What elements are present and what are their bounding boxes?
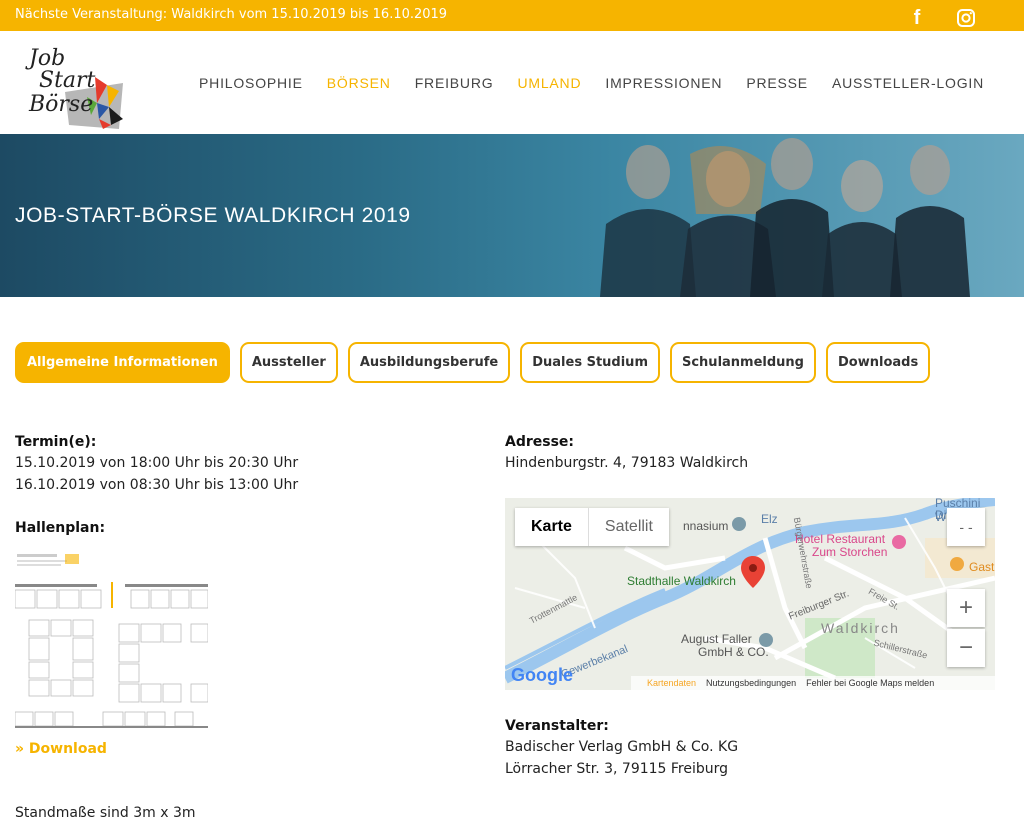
map-label-gast: Gast — [969, 560, 995, 574]
veranstalter-line-1: Badischer Verlag GmbH & Co. KG — [505, 739, 739, 755]
veranstalter-label: Veranstalter: — [505, 718, 609, 734]
map-label-hotel-1: Hotel Restaurant — [795, 532, 886, 546]
map-nutzungsbedingungen-link[interactable]: Nutzungsbedingungen — [706, 678, 796, 688]
site-header: Job Start Börse PHILOSOPHIE BÖRSEN FREIB… — [0, 31, 1024, 134]
map-label-elz: Elz — [761, 512, 778, 526]
announcement-text[interactable]: Nächste Veranstaltung: Waldkirch vom 15.… — [15, 7, 447, 22]
standmasse-text: Standmaße sind 3m x 3m — [15, 805, 196, 821]
tab-schulanmeldung[interactable]: Schulanmeldung — [669, 342, 816, 383]
termine-label: Termin(e): — [15, 434, 97, 450]
map-type-satellit[interactable]: Satellit — [587, 508, 669, 546]
map-label-august-1: August Faller — [681, 632, 752, 646]
facebook-icon: f — [913, 6, 921, 29]
svg-text:Börse: Börse — [28, 92, 93, 117]
hallenplan-thumbnail[interactable] — [14, 552, 209, 732]
termin-line-1: 15.10.2019 von 18:00 Uhr bis 20:30 Uhr — [15, 455, 299, 471]
instagram-icon — [957, 9, 975, 27]
hallenplan-download-link[interactable]: » Download — [15, 741, 107, 757]
main-nav: PHILOSOPHIE BÖRSEN FREIBURG UMLAND IMPRE… — [175, 75, 984, 91]
hero-banner: JOB-START-BÖRSE WALDKIRCH 2019 — [0, 134, 1024, 297]
address-section: Adresse: Hindenburgstr. 4, 79183 Waldkir… — [505, 432, 1005, 474]
map-label-august-2: GmbH & CO. — [698, 645, 769, 659]
nav-item-boersen[interactable]: BÖRSEN — [327, 75, 391, 91]
map-label-puschini-2: Di — [935, 508, 947, 522]
map-label-waldkirch: Waldkirch — [821, 620, 900, 636]
google-logo: Google — [511, 665, 573, 685]
dates-section: Termin(e): 15.10.2019 von 18:00 Uhr bis … — [15, 432, 485, 496]
plus-icon: + — [958, 594, 973, 621]
tab-duales-studium[interactable]: Duales Studium — [520, 342, 660, 383]
announcement-bar: Nächste Veranstaltung: Waldkirch vom 15.… — [0, 0, 1024, 31]
info-tabs: Allgemeine Informationen Aussteller Ausb… — [15, 342, 940, 383]
map-type-toggle: Karte Satellit — [515, 508, 669, 546]
map-type-karte[interactable]: Karte — [515, 508, 588, 546]
page-title: JOB-START-BÖRSE WALDKIRCH 2019 — [15, 204, 411, 227]
veranstalter-section: Veranstalter: Badischer Verlag GmbH & Co… — [505, 716, 1005, 780]
site-logo[interactable]: Job Start Börse — [25, 37, 129, 129]
tab-allgemeine-informationen[interactable]: Allgemeine Informationen — [15, 342, 230, 383]
termin-line-2: 16.10.2019 von 08:30 Uhr bis 13:00 Uhr — [15, 477, 299, 493]
tab-ausbildungsberufe[interactable]: Ausbildungsberufe — [347, 342, 511, 383]
tab-aussteller[interactable]: Aussteller — [239, 342, 338, 383]
nav-item-aussteller-login[interactable]: AUSSTELLER-LOGIN — [832, 75, 984, 91]
hallenplan-download: » Download — [15, 738, 107, 757]
nav-item-freiburg[interactable]: FREIBURG — [415, 75, 494, 91]
hallenplan-label: Hallenplan: — [15, 520, 106, 536]
map-kartendaten-link[interactable]: Kartendaten — [647, 678, 696, 688]
nav-item-presse[interactable]: PRESSE — [746, 75, 808, 91]
map-footer: Kartendaten Nutzungsbedingungen Fehler b… — [631, 676, 995, 690]
map-fehler-melden-link[interactable]: Fehler bei Google Maps melden — [806, 678, 934, 688]
svg-text:Start: Start — [39, 68, 96, 93]
adresse-value: Hindenburgstr. 4, 79183 Waldkirch — [505, 455, 749, 471]
nav-item-impressionen[interactable]: IMPRESSIONEN — [605, 75, 722, 91]
veranstalter-line-2: Lörracher Str. 3, 79115 Freiburg — [505, 761, 729, 777]
minus-icon: − — [958, 634, 973, 661]
map-label-stadthalle: Stadthalle Waldkirch — [627, 574, 736, 588]
fullscreen-icon: - - — [959, 519, 973, 535]
tab-downloads[interactable]: Downloads — [826, 342, 931, 383]
map-label-hotel-2: Zum Storchen — [812, 545, 888, 559]
google-map[interactable]: Karte Satellit nnasium Elz Stadthalle Wa… — [505, 498, 995, 690]
map-fullscreen-button[interactable]: - - — [947, 508, 985, 546]
map-zoom-in-button[interactable]: + — [947, 589, 985, 627]
map-label-gymnasium: nnasium — [683, 519, 729, 533]
nav-item-umland[interactable]: UMLAND — [517, 75, 581, 91]
nav-item-philosophie[interactable]: PHILOSOPHIE — [199, 75, 303, 91]
adresse-label: Adresse: — [505, 434, 575, 450]
map-zoom-out-button[interactable]: − — [947, 629, 985, 667]
